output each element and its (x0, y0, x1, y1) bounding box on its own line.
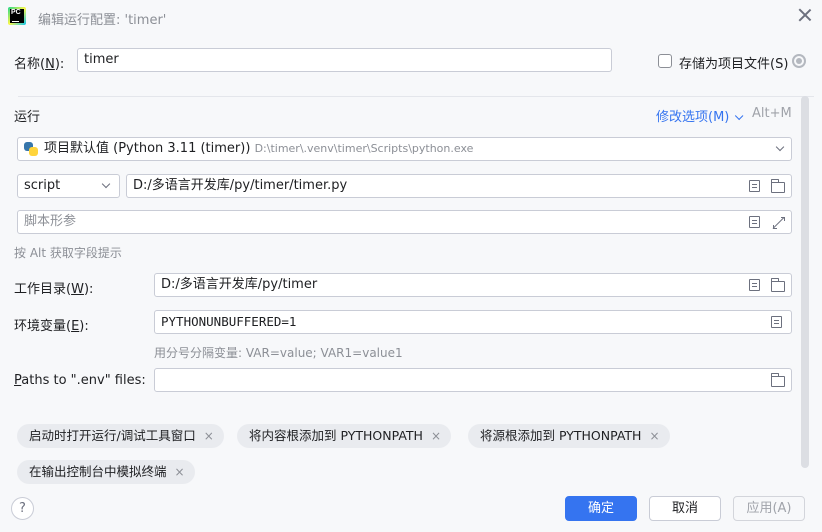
script-path-input[interactable]: D:/多语言开发库/py/timer/timer.py (126, 174, 792, 198)
env-value: PYTHONUNBUFFERED=1 (161, 314, 297, 329)
folder-icon[interactable] (771, 373, 785, 387)
chevron-down-icon (735, 111, 744, 121)
env-label: 环境变量(E): (14, 319, 89, 334)
gear-icon[interactable] (792, 54, 806, 68)
name-label: 名称(N): (14, 57, 65, 72)
close-icon[interactable]: × (175, 460, 185, 484)
python-icon (24, 142, 38, 156)
folder-icon[interactable] (771, 179, 785, 193)
apply-button[interactable]: 应用(A) (733, 496, 805, 521)
folder-icon[interactable] (771, 278, 785, 292)
store-as-project-file-label: 存储为项目文件(S) (679, 57, 789, 72)
script-params-placeholder: 脚本形参 (24, 214, 77, 229)
close-icon[interactable]: × (649, 424, 659, 448)
store-as-project-file-checkbox[interactable] (658, 54, 672, 68)
modify-options-label: 修改选项(M) (656, 110, 730, 125)
edit-env-icon[interactable] (771, 316, 782, 328)
pycharm-logo-icon: PC (8, 7, 26, 25)
interpreter-label: 项目默认值 (Python 3.11 (timer)) (44, 141, 251, 156)
modify-options-shortcut: Alt+M (752, 106, 792, 121)
run-section-title: 运行 (14, 110, 41, 125)
modify-options-link[interactable]: 修改选项(M) (656, 106, 744, 125)
script-type-value: script (24, 178, 61, 193)
chevron-down-icon (775, 142, 785, 152)
env-hint: 用分号分隔变量: VAR=value; VAR1=value1 (154, 346, 403, 360)
ok-button[interactable]: 确定 (565, 496, 637, 521)
chip-label: 将内容根添加到 PYTHONPATH (249, 428, 423, 443)
workdir-input[interactable]: D:/多语言开发库/py/timer (154, 273, 792, 297)
script-params-input[interactable]: 脚本形参 (17, 210, 792, 234)
close-icon[interactable]: × (204, 424, 214, 448)
separator (18, 96, 814, 97)
chip-label: 将源根添加到 PYTHONPATH (480, 428, 642, 443)
chip-label: 在输出控制台中模拟终端 (29, 464, 167, 479)
cancel-button[interactable]: 取消 (649, 496, 721, 521)
alt-hint: 按 Alt 获取字段提示 (14, 246, 122, 260)
script-path-value: D:/多语言开发库/py/timer/timer.py (133, 178, 348, 193)
help-button[interactable]: ? (11, 497, 34, 520)
close-icon[interactable]: × (431, 424, 441, 448)
dotenv-label: Paths to ".env" files: (14, 373, 146, 388)
browse-history-icon[interactable] (749, 279, 760, 291)
workdir-label: 工作目录(W): (14, 282, 94, 297)
expand-icon[interactable] (773, 217, 785, 229)
script-type-select[interactable]: script (17, 174, 120, 198)
interpreter-select[interactable]: 项目默认值 (Python 3.11 (timer)) D:\timer\.ve… (17, 137, 792, 161)
name-input[interactable]: timer (77, 48, 612, 72)
vertical-scrollbar[interactable] (801, 96, 809, 468)
chip-add-source-roots[interactable]: 将源根添加到 PYTHONPATH × (468, 424, 670, 448)
logo-text: PC (11, 9, 21, 16)
browse-history-icon[interactable] (749, 180, 760, 192)
dotenv-input[interactable] (154, 368, 792, 392)
env-input[interactable]: PYTHONUNBUFFERED=1 (154, 310, 792, 334)
chip-emulate-terminal[interactable]: 在输出控制台中模拟终端 × (17, 460, 195, 484)
interpreter-path: D:\timer\.venv\timer\Scripts\python.exe (254, 142, 474, 155)
workdir-value: D:/多语言开发库/py/timer (161, 277, 318, 292)
chip-add-content-roots[interactable]: 将内容根添加到 PYTHONPATH × (237, 424, 452, 448)
chip-label: 启动时打开运行/调试工具窗口 (29, 428, 196, 443)
window-title: 编辑运行配置: 'timer' (38, 13, 167, 28)
chevron-down-icon (101, 179, 111, 189)
name-value: timer (84, 52, 119, 67)
chip-open-run-window[interactable]: 启动时打开运行/调试工具窗口 × (17, 424, 224, 448)
edit-list-icon[interactable] (749, 216, 760, 228)
close-icon[interactable] (798, 8, 812, 22)
